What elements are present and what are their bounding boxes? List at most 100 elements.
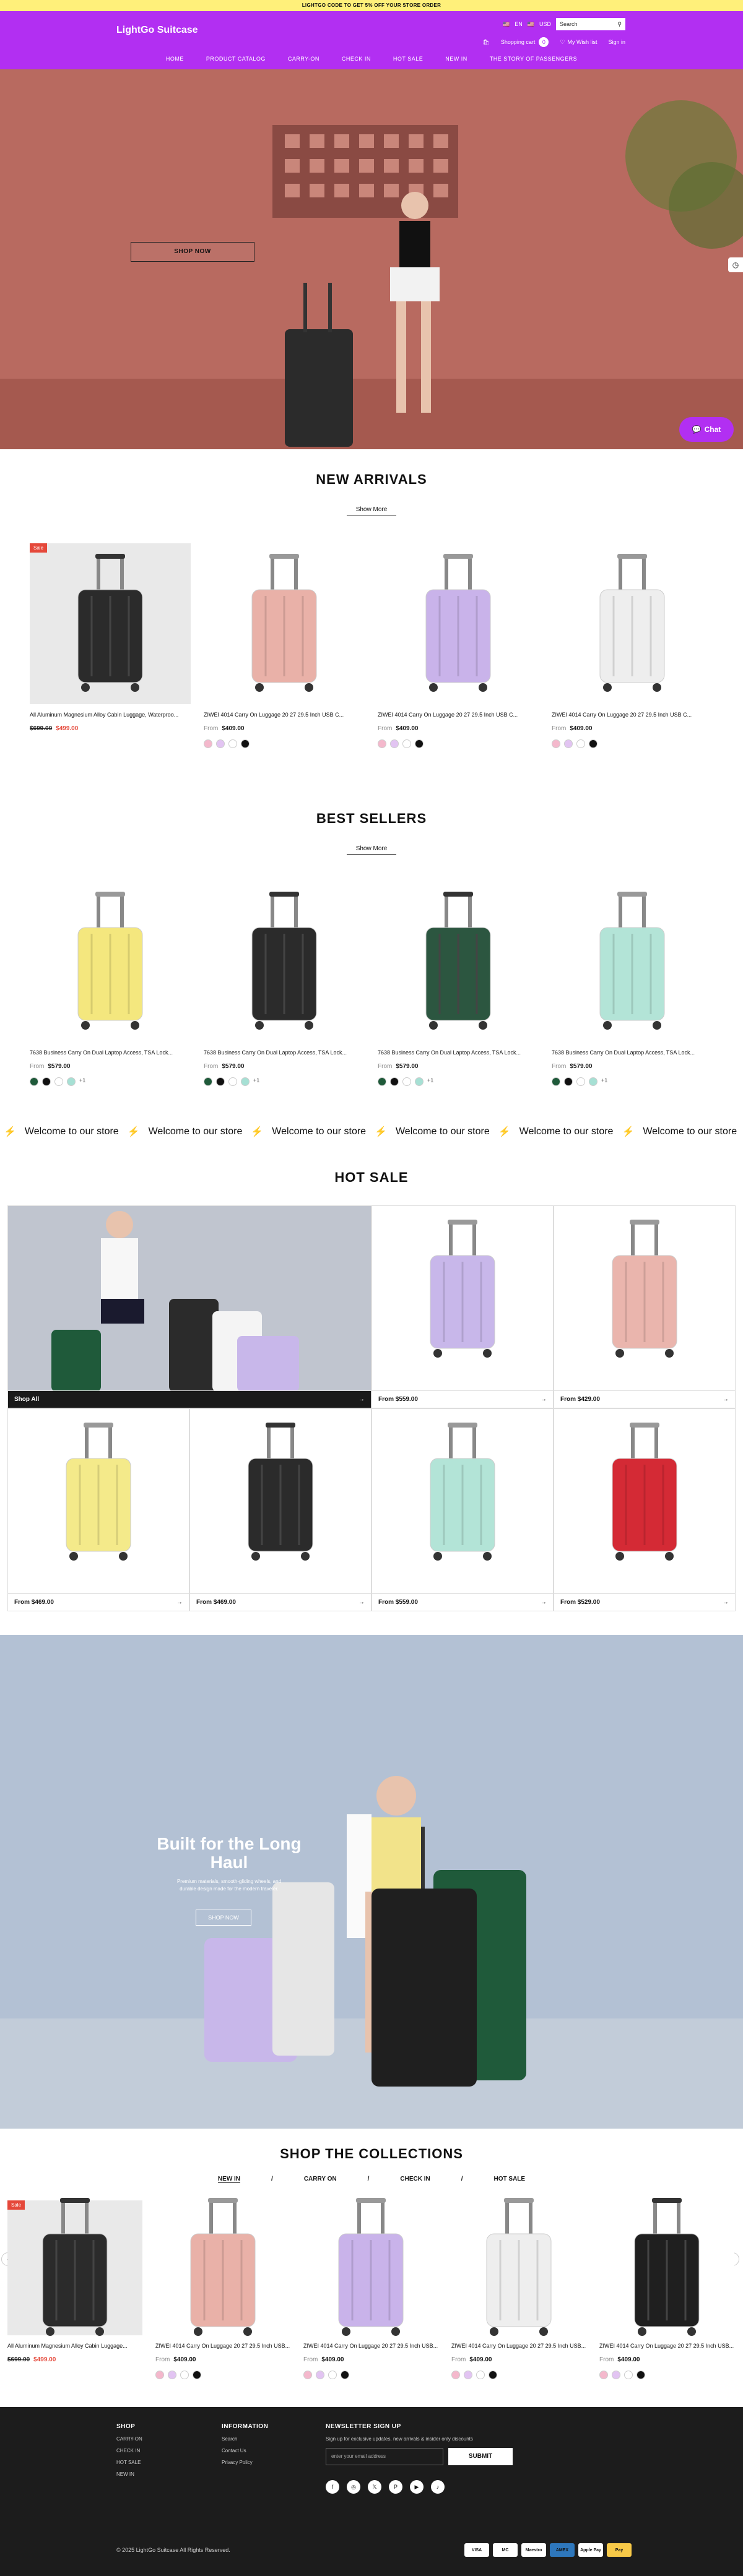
product-image[interactable] (204, 881, 365, 1042)
product-image[interactable] (303, 2198, 438, 2336)
nav-check-in[interactable]: CHECK IN (342, 56, 371, 62)
color-swatch[interactable] (378, 739, 386, 748)
logo[interactable]: LightGo Suitcase (116, 25, 198, 36)
hot-sale-tile[interactable]: Shop All → (7, 1205, 372, 1408)
footer-link-new-in[interactable]: NEW IN (116, 2471, 142, 2477)
chat-button[interactable]: 💬 Chat (679, 417, 734, 442)
product-title[interactable]: ZIWEI 4014 Carry On Luggage 20 27 29.5 I… (204, 712, 365, 718)
product-card[interactable]: ZIWEI 4014 Carry On Luggage 20 27 29.5 I… (552, 543, 713, 748)
tile-footer[interactable]: From $559.00 → (372, 1390, 553, 1408)
color-swatch[interactable] (476, 2371, 485, 2379)
youtube-icon[interactable]: ▶ (410, 2480, 424, 2494)
hot-sale-tile[interactable]: From $559.00 → (372, 1408, 554, 1611)
color-swatch[interactable] (390, 739, 399, 748)
color-swatch[interactable] (228, 739, 237, 748)
color-swatch[interactable] (316, 2371, 324, 2379)
product-title[interactable]: ZIWEI 4014 Carry On Luggage 20 27 29.5 I… (552, 712, 713, 718)
color-swatch[interactable] (415, 739, 424, 748)
color-swatch[interactable] (489, 2371, 497, 2379)
product-title[interactable]: 7638 Business Carry On Dual Laptop Acces… (30, 1049, 191, 1056)
color-swatch[interactable] (241, 1077, 250, 1086)
product-image[interactable] (552, 881, 713, 1042)
footer-link-privacy[interactable]: Privacy Policy (222, 2460, 268, 2465)
color-swatch[interactable] (599, 2371, 608, 2379)
product-card[interactable]: ZIWEI 4014 Carry On Luggage 20 27 29.5 I… (599, 2198, 734, 2379)
footer-link-hot-sale[interactable]: HOT SALE (116, 2460, 142, 2465)
collection-tab[interactable]: CHECK IN (400, 2176, 430, 2183)
color-swatch[interactable] (193, 2371, 201, 2379)
arrow-right-icon[interactable]: → (358, 1599, 365, 1606)
product-title[interactable]: ZIWEI 4014 Carry On Luggage 20 27 29.5 I… (599, 2343, 734, 2349)
product-title[interactable]: 7638 Business Carry On Dual Laptop Acces… (552, 1049, 713, 1056)
product-image[interactable] (378, 881, 539, 1042)
color-swatch[interactable] (402, 739, 411, 748)
heart-icon[interactable]: ♡ (560, 39, 565, 46)
color-swatch[interactable] (54, 1077, 63, 1086)
color-swatch[interactable] (390, 1077, 399, 1086)
arrow-right-icon[interactable]: → (723, 1396, 729, 1403)
tile-footer[interactable]: From $559.00 → (372, 1593, 553, 1611)
cart-link[interactable]: Shopping cart (501, 39, 536, 45)
color-swatch[interactable] (637, 2371, 645, 2379)
color-swatch[interactable] (216, 739, 225, 748)
nav-hot-sale[interactable]: HOT SALE (393, 56, 423, 62)
tiktok-icon[interactable]: ♪ (431, 2480, 445, 2494)
color-swatch[interactable] (341, 2371, 349, 2379)
color-swatch[interactable] (378, 1077, 386, 1086)
footer-link-carry-on[interactable]: CARRY-ON (116, 2436, 142, 2442)
hero-shop-now-button[interactable]: SHOP NOW (131, 242, 254, 262)
color-swatch[interactable] (204, 1077, 212, 1086)
hot-sale-tile[interactable]: From $559.00 → (372, 1205, 554, 1408)
color-swatch[interactable] (564, 739, 573, 748)
more-swatches[interactable]: +1 (601, 1077, 607, 1086)
color-swatch[interactable] (168, 2371, 176, 2379)
best-sellers-show-more[interactable]: Show More (347, 845, 396, 855)
color-swatch[interactable] (155, 2371, 164, 2379)
tile-footer[interactable]: Shop All → (8, 1390, 371, 1408)
arrow-right-icon[interactable]: → (541, 1599, 547, 1606)
email-field[interactable]: enter your email address (326, 2448, 443, 2465)
collection-tab[interactable]: HOT SALE (494, 2176, 526, 2183)
product-card[interactable]: ZIWEI 4014 Carry On Luggage 20 27 29.5 I… (451, 2198, 586, 2379)
signin-link[interactable]: Sign in (608, 39, 625, 45)
hot-sale-tile[interactable]: From $469.00 → (7, 1408, 189, 1611)
product-card[interactable]: 7638 Business Carry On Dual Laptop Acces… (378, 881, 539, 1086)
product-card[interactable]: Sale All Aluminum Magnesium Alloy Cabin L… (30, 543, 191, 748)
nav-product-catalog[interactable]: PRODUCT CATALOG (206, 56, 266, 62)
hot-sale-tile[interactable]: From $529.00 → (554, 1408, 736, 1611)
color-swatch[interactable] (402, 1077, 411, 1086)
color-swatch[interactable] (564, 1077, 573, 1086)
footer-link-check-in[interactable]: CHECK IN (116, 2448, 142, 2453)
product-image[interactable] (155, 2198, 290, 2336)
twitter-icon[interactable]: 𝕏 (368, 2480, 381, 2494)
color-swatch[interactable] (612, 2371, 620, 2379)
instagram-icon[interactable]: ◎ (347, 2480, 360, 2494)
product-card[interactable]: ZIWEI 4014 Carry On Luggage 20 27 29.5 I… (378, 543, 539, 748)
arrow-right-icon[interactable]: → (176, 1599, 183, 1606)
footer-link-contact[interactable]: Contact Us (222, 2448, 268, 2453)
collection-tab[interactable]: NEW IN (217, 2176, 241, 2183)
banner-shop-now-button[interactable]: SHOP NOW (196, 1910, 251, 1926)
product-image[interactable] (378, 543, 539, 704)
currency-select[interactable]: USD (539, 21, 551, 27)
tile-footer[interactable]: From $529.00 → (554, 1593, 735, 1611)
color-swatch[interactable] (552, 739, 560, 748)
color-swatch[interactable] (30, 1077, 38, 1086)
color-swatch[interactable] (576, 1077, 585, 1086)
color-swatch[interactable] (624, 2371, 633, 2379)
search-input[interactable]: Search (560, 21, 578, 27)
color-swatch[interactable] (303, 2371, 312, 2379)
product-title[interactable]: ZIWEI 4014 Carry On Luggage 20 27 29.5 I… (451, 2343, 586, 2349)
arrow-right-icon[interactable]: → (358, 1396, 365, 1403)
product-image[interactable]: Sale (30, 543, 191, 704)
color-swatch[interactable] (451, 2371, 460, 2379)
product-card[interactable]: 7638 Business Carry On Dual Laptop Acces… (204, 881, 365, 1086)
search-box[interactable]: Search ⚲ (556, 18, 625, 30)
product-card[interactable]: 7638 Business Carry On Dual Laptop Acces… (552, 881, 713, 1086)
product-image[interactable] (204, 543, 365, 704)
nav-new-in[interactable]: NEW IN (445, 56, 467, 62)
product-image[interactable] (30, 881, 191, 1042)
more-swatches[interactable]: +1 (427, 1077, 433, 1086)
more-swatches[interactable]: +1 (253, 1077, 259, 1086)
color-swatch[interactable] (589, 739, 597, 748)
